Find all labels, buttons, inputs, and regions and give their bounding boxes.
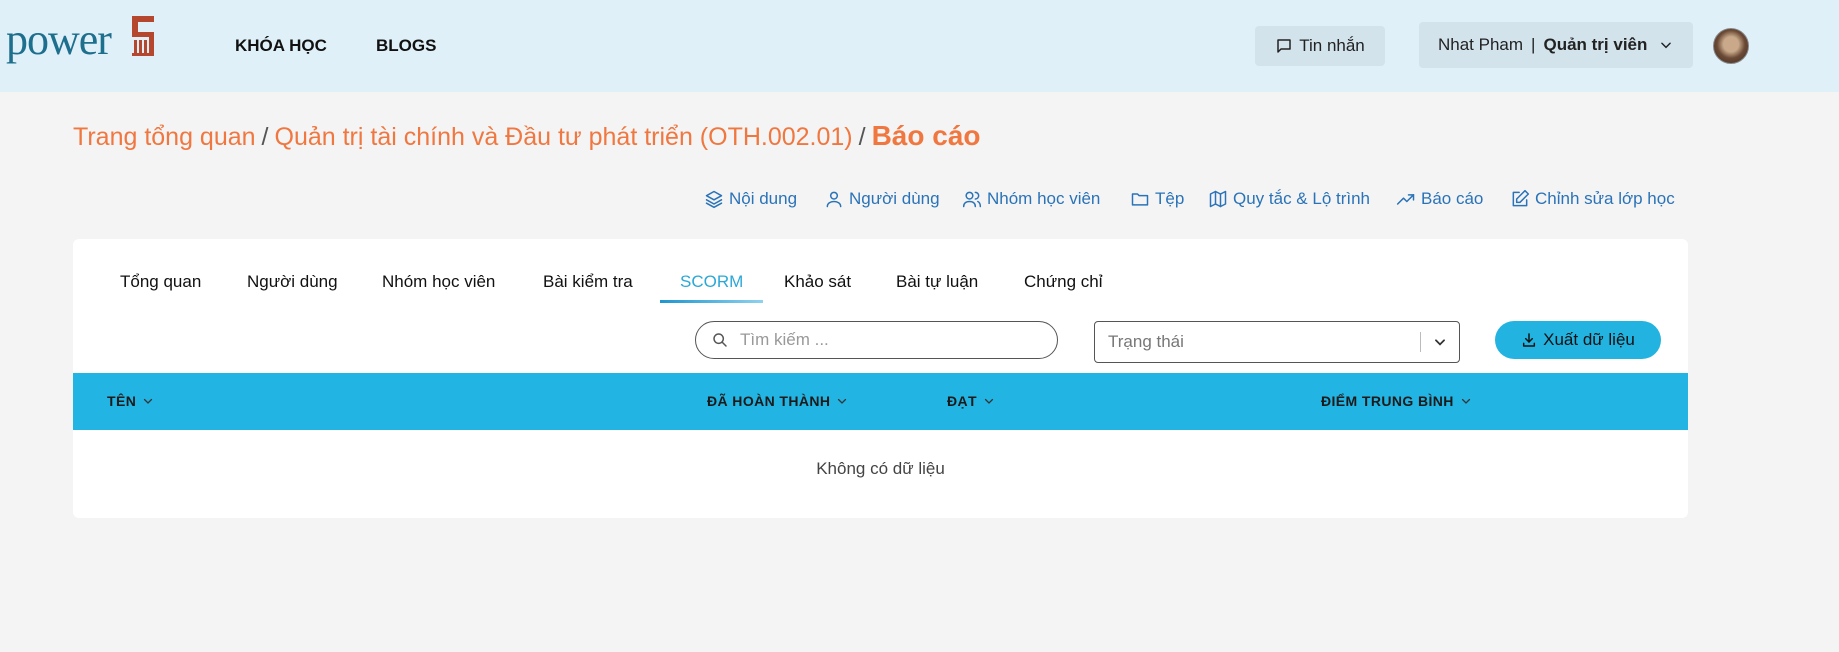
folder-icon [1131, 193, 1149, 206]
nav-blogs[interactable]: BLOGS [376, 36, 436, 56]
search-icon [713, 333, 727, 347]
breadcrumb-separator: / [261, 123, 269, 151]
column-name[interactable]: TÊN [107, 393, 154, 409]
action-label: Nhóm học viên [987, 189, 1101, 208]
tab-overview[interactable]: Tổng quan [120, 272, 201, 292]
tab-groups[interactable]: Nhóm học viên [382, 272, 495, 292]
breadcrumb-separator: / [858, 123, 866, 151]
action-content[interactable]: Nội dung [704, 189, 797, 209]
column-label: ĐIỂM TRUNG BÌNH [1321, 393, 1454, 409]
action-reports[interactable]: Báo cáo [1396, 189, 1483, 209]
action-edit-class[interactable]: Chỉnh sửa lớp học [1510, 189, 1675, 209]
action-label: Chỉnh sửa lớp học [1535, 189, 1675, 208]
export-data-button[interactable]: Xuất dữ liệu [1495, 321, 1661, 359]
action-label: Quy tắc & Lộ trình [1233, 189, 1371, 208]
tab-scorm[interactable]: SCORM [680, 272, 743, 292]
empty-state: Không có dữ liệu [816, 459, 945, 478]
column-label: ĐÃ HOÀN THÀNH [707, 393, 831, 409]
nav-courses[interactable]: KHÓA HỌC [235, 36, 327, 56]
chevron-down-icon [144, 398, 153, 404]
chevron-down-icon [838, 398, 847, 404]
power5-logo[interactable]: power [6, 14, 156, 64]
course-actions: Nội dung Người dùng Nhóm học viên Tệp Qu… [0, 189, 1680, 213]
action-label: Tệp [1155, 189, 1185, 208]
active-tab-indicator [660, 300, 763, 303]
status-select[interactable]: Trạng thái [1094, 321, 1460, 363]
breadcrumb: Trang tổng quan / Quản trị tài chính và Đầ… [73, 120, 981, 152]
tab-essays[interactable]: Bài tự luận [896, 272, 978, 292]
column-label: TÊN [107, 393, 137, 409]
layers-icon [705, 190, 723, 209]
user-separator: | [1531, 35, 1536, 54]
column-completed[interactable]: ĐÃ HOÀN THÀNH [707, 393, 848, 409]
breadcrumb-course[interactable]: Quản trị tài chính và Đầu tư phát triển … [275, 123, 853, 151]
map-icon [1209, 190, 1227, 208]
report-card: Tổng quan Người dùng Nhóm học viên Bài k… [73, 239, 1688, 518]
table-header: TÊN ĐÃ HOÀN THÀNH ĐẠT ĐIỂM TRUNG BÌNH [73, 373, 1688, 430]
chevron-down-icon [984, 398, 994, 404]
edit-icon [1512, 189, 1530, 207]
action-label: Nội dung [729, 189, 798, 208]
user-role: Quản trị viên [1543, 35, 1648, 54]
logo-text: power [6, 15, 112, 64]
messages-label: Tin nhắn [1299, 36, 1365, 55]
search-box [695, 321, 1058, 359]
action-label: Người dùng [849, 189, 940, 208]
breadcrumb-dashboard[interactable]: Trang tổng quan [73, 123, 256, 151]
action-files[interactable]: Tệp [1130, 189, 1184, 209]
tab-tests[interactable]: Bài kiểm tra [543, 272, 633, 292]
tab-users[interactable]: Người dùng [247, 272, 338, 292]
column-label: ĐẠT [947, 393, 977, 409]
messages-button[interactable]: Tin nhắn [1255, 26, 1385, 66]
action-groups[interactable]: Nhóm học viên [962, 189, 1100, 209]
download-icon [1523, 333, 1536, 347]
tab-certificates[interactable]: Chứng chỉ [1024, 272, 1102, 292]
export-label: Xuất dữ liệu [1543, 330, 1635, 349]
breadcrumb-current: Báo cáo [871, 120, 981, 151]
action-label: Báo cáo [1421, 189, 1484, 208]
user-menu[interactable]: Nhat Pham | Quản trị viên [1419, 22, 1693, 68]
message-icon [1277, 39, 1291, 53]
select-caret [1421, 335, 1459, 349]
tab-surveys[interactable]: Khảo sát [784, 272, 851, 292]
action-users[interactable]: Người dùng [824, 189, 940, 209]
user-icon [826, 191, 842, 208]
column-average-score[interactable]: ĐIỂM TRUNG BÌNH [1321, 393, 1472, 409]
avatar[interactable] [1713, 28, 1749, 64]
logo-mark-icon [132, 16, 154, 56]
trending-up-icon [1396, 194, 1415, 205]
user-name: Nhat Pham [1438, 35, 1524, 54]
chevron-down-icon [1661, 42, 1672, 49]
column-passed[interactable]: ĐẠT [947, 393, 995, 409]
chevron-down-icon [1435, 339, 1445, 346]
top-header: power KHÓA HỌC BLOGS Tin nhắn Nhat Pham … [0, 0, 1839, 92]
users-icon [962, 191, 982, 208]
report-tabs: Tổng quan Người dùng Nhóm học viên Bài k… [73, 239, 1688, 304]
status-placeholder: Trạng thái [1108, 332, 1184, 351]
action-rules[interactable]: Quy tắc & Lộ trình [1208, 189, 1370, 209]
search-input[interactable] [740, 330, 1020, 350]
chevron-down-icon [1461, 398, 1470, 404]
